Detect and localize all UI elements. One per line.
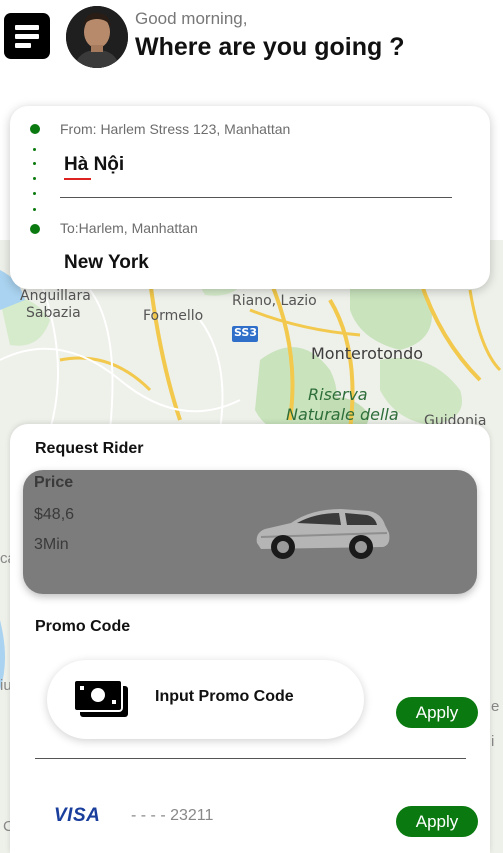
car-image	[256, 509, 390, 559]
spellcheck-underline	[64, 178, 91, 180]
map-label-riserva: Riserva	[308, 385, 368, 404]
menu-button[interactable]	[4, 13, 50, 59]
menu-icon-bar	[15, 34, 39, 39]
eta-value: 3Min	[34, 536, 69, 553]
map-edge-label-right-2: i	[491, 733, 495, 750]
promo-apply-button[interactable]: Apply	[396, 697, 478, 728]
payment-apply-button[interactable]: Apply	[396, 806, 478, 837]
cash-icon	[73, 679, 128, 717]
visa-logo: VISA	[54, 805, 101, 826]
map-label-formello: Formello	[143, 308, 204, 324]
route-divider	[60, 197, 452, 198]
route-card: From: Harlem Stress 123, Manhattan Hà Nộ…	[10, 106, 490, 289]
route-dot-icon	[30, 224, 40, 234]
menu-icon-bar	[15, 43, 31, 48]
promo-code-placeholder: Input Promo Code	[155, 688, 294, 705]
route-dot-icon	[33, 208, 36, 211]
card-number: - - - - 23211	[131, 807, 214, 824]
route-dot-icon	[33, 162, 36, 165]
ride-request-panel: Request Rider Price $48,6 3Min Promo Cod…	[10, 424, 490, 853]
map-label-monterotondo: Monterotondo	[311, 344, 424, 363]
avatar-image	[66, 6, 128, 68]
request-rider-title: Request Rider	[35, 440, 144, 457]
promo-code-input[interactable]: Input Promo Code	[47, 660, 364, 739]
promo-code-title: Promo Code	[35, 618, 131, 635]
map-label-sabazia: Sabazia	[26, 305, 81, 321]
to-label: To:Harlem, Manhattan	[60, 220, 198, 236]
route-dot-icon	[33, 148, 36, 151]
ride-option-card[interactable]	[23, 470, 477, 594]
route-dot-icon	[33, 192, 36, 195]
price-value: $48,6	[34, 506, 75, 523]
page-title: Where are you going ?	[135, 33, 405, 61]
payment-divider	[35, 758, 466, 759]
menu-icon	[15, 25, 39, 30]
price-label: Price	[34, 474, 74, 491]
to-input[interactable]: New York	[64, 252, 149, 274]
map-label-riano: Riano, Lazio	[232, 293, 317, 309]
map-label-naturale: Naturale della	[286, 405, 399, 424]
route-dot-icon	[30, 124, 40, 134]
greeting-text: Good morning,	[135, 9, 248, 28]
route-dot-icon	[33, 177, 36, 180]
map-label-anguillara: Anguillara	[20, 288, 91, 304]
from-input[interactable]: Hà Nội	[64, 154, 124, 176]
map-edge-label-right-1: e	[491, 698, 500, 715]
avatar[interactable]	[66, 6, 128, 68]
map-label-ss3: SS3	[234, 326, 258, 339]
from-label: From: Harlem Stress 123, Manhattan	[60, 121, 291, 137]
